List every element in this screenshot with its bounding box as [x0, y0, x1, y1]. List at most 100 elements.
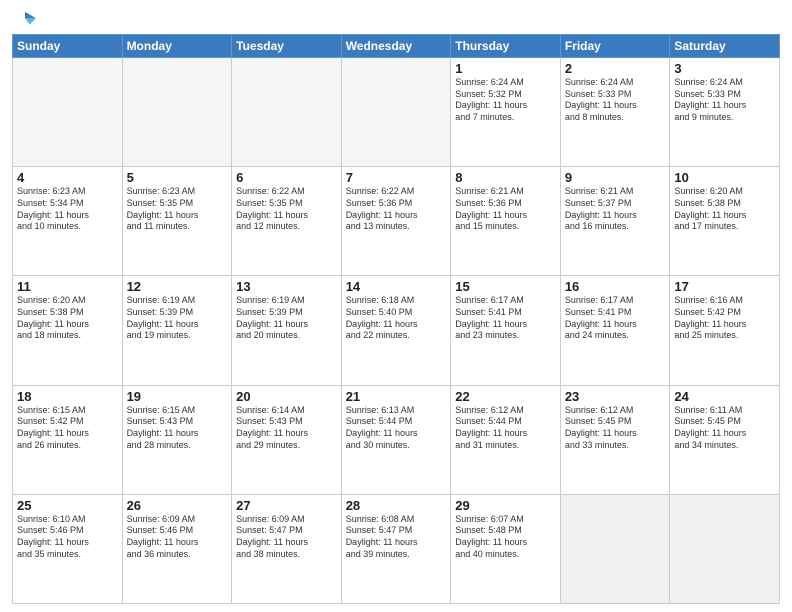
calendar-cell: 22Sunrise: 6:12 AM Sunset: 5:44 PM Dayli…: [451, 385, 561, 494]
calendar-cell: 11Sunrise: 6:20 AM Sunset: 5:38 PM Dayli…: [13, 276, 123, 385]
day-info: Sunrise: 6:17 AM Sunset: 5:41 PM Dayligh…: [455, 295, 556, 342]
calendar-header-thursday: Thursday: [451, 35, 561, 58]
calendar-cell: 15Sunrise: 6:17 AM Sunset: 5:41 PM Dayli…: [451, 276, 561, 385]
day-number: 6: [236, 170, 337, 185]
day-number: 25: [17, 498, 118, 513]
day-info: Sunrise: 6:20 AM Sunset: 5:38 PM Dayligh…: [17, 295, 118, 342]
day-number: 16: [565, 279, 666, 294]
calendar-header-monday: Monday: [122, 35, 232, 58]
day-number: 9: [565, 170, 666, 185]
day-number: 24: [674, 389, 775, 404]
calendar-week-1: 4Sunrise: 6:23 AM Sunset: 5:34 PM Daylig…: [13, 167, 780, 276]
calendar-cell: 13Sunrise: 6:19 AM Sunset: 5:39 PM Dayli…: [232, 276, 342, 385]
calendar-cell: 24Sunrise: 6:11 AM Sunset: 5:45 PM Dayli…: [670, 385, 780, 494]
day-info: Sunrise: 6:23 AM Sunset: 5:35 PM Dayligh…: [127, 186, 228, 233]
day-info: Sunrise: 6:24 AM Sunset: 5:33 PM Dayligh…: [674, 77, 775, 124]
calendar-header-saturday: Saturday: [670, 35, 780, 58]
day-info: Sunrise: 6:10 AM Sunset: 5:46 PM Dayligh…: [17, 514, 118, 561]
day-number: 3: [674, 61, 775, 76]
calendar-table: SundayMondayTuesdayWednesdayThursdayFrid…: [12, 34, 780, 604]
calendar-cell: [670, 494, 780, 603]
calendar-week-0: 1Sunrise: 6:24 AM Sunset: 5:32 PM Daylig…: [13, 58, 780, 167]
calendar-week-2: 11Sunrise: 6:20 AM Sunset: 5:38 PM Dayli…: [13, 276, 780, 385]
day-info: Sunrise: 6:08 AM Sunset: 5:47 PM Dayligh…: [346, 514, 447, 561]
day-number: 11: [17, 279, 118, 294]
logo: [12, 10, 36, 28]
calendar-cell: 17Sunrise: 6:16 AM Sunset: 5:42 PM Dayli…: [670, 276, 780, 385]
calendar-cell: 4Sunrise: 6:23 AM Sunset: 5:34 PM Daylig…: [13, 167, 123, 276]
day-info: Sunrise: 6:11 AM Sunset: 5:45 PM Dayligh…: [674, 405, 775, 452]
day-number: 7: [346, 170, 447, 185]
page: SundayMondayTuesdayWednesdayThursdayFrid…: [0, 0, 792, 612]
calendar-cell: [341, 58, 451, 167]
calendar-cell: 10Sunrise: 6:20 AM Sunset: 5:38 PM Dayli…: [670, 167, 780, 276]
day-info: Sunrise: 6:13 AM Sunset: 5:44 PM Dayligh…: [346, 405, 447, 452]
day-number: 28: [346, 498, 447, 513]
calendar-cell: 14Sunrise: 6:18 AM Sunset: 5:40 PM Dayli…: [341, 276, 451, 385]
calendar-cell: 12Sunrise: 6:19 AM Sunset: 5:39 PM Dayli…: [122, 276, 232, 385]
calendar-cell: 23Sunrise: 6:12 AM Sunset: 5:45 PM Dayli…: [560, 385, 670, 494]
day-number: 10: [674, 170, 775, 185]
day-info: Sunrise: 6:22 AM Sunset: 5:35 PM Dayligh…: [236, 186, 337, 233]
day-info: Sunrise: 6:12 AM Sunset: 5:44 PM Dayligh…: [455, 405, 556, 452]
calendar-week-4: 25Sunrise: 6:10 AM Sunset: 5:46 PM Dayli…: [13, 494, 780, 603]
calendar-cell: 7Sunrise: 6:22 AM Sunset: 5:36 PM Daylig…: [341, 167, 451, 276]
day-number: 15: [455, 279, 556, 294]
day-number: 21: [346, 389, 447, 404]
calendar-cell: 2Sunrise: 6:24 AM Sunset: 5:33 PM Daylig…: [560, 58, 670, 167]
day-number: 27: [236, 498, 337, 513]
day-info: Sunrise: 6:20 AM Sunset: 5:38 PM Dayligh…: [674, 186, 775, 233]
calendar-cell: 9Sunrise: 6:21 AM Sunset: 5:37 PM Daylig…: [560, 167, 670, 276]
calendar-cell: [560, 494, 670, 603]
day-info: Sunrise: 6:19 AM Sunset: 5:39 PM Dayligh…: [236, 295, 337, 342]
calendar-cell: 20Sunrise: 6:14 AM Sunset: 5:43 PM Dayli…: [232, 385, 342, 494]
day-number: 20: [236, 389, 337, 404]
day-number: 4: [17, 170, 118, 185]
day-number: 12: [127, 279, 228, 294]
day-info: Sunrise: 6:15 AM Sunset: 5:43 PM Dayligh…: [127, 405, 228, 452]
calendar-cell: 26Sunrise: 6:09 AM Sunset: 5:46 PM Dayli…: [122, 494, 232, 603]
day-number: 5: [127, 170, 228, 185]
day-info: Sunrise: 6:09 AM Sunset: 5:47 PM Dayligh…: [236, 514, 337, 561]
calendar-cell: 6Sunrise: 6:22 AM Sunset: 5:35 PM Daylig…: [232, 167, 342, 276]
day-number: 18: [17, 389, 118, 404]
calendar-header-sunday: Sunday: [13, 35, 123, 58]
day-info: Sunrise: 6:24 AM Sunset: 5:33 PM Dayligh…: [565, 77, 666, 124]
calendar-cell: [122, 58, 232, 167]
day-number: 17: [674, 279, 775, 294]
day-number: 1: [455, 61, 556, 76]
day-number: 26: [127, 498, 228, 513]
day-number: 29: [455, 498, 556, 513]
day-number: 23: [565, 389, 666, 404]
day-number: 13: [236, 279, 337, 294]
day-info: Sunrise: 6:14 AM Sunset: 5:43 PM Dayligh…: [236, 405, 337, 452]
calendar-cell: 21Sunrise: 6:13 AM Sunset: 5:44 PM Dayli…: [341, 385, 451, 494]
calendar-cell: 16Sunrise: 6:17 AM Sunset: 5:41 PM Dayli…: [560, 276, 670, 385]
day-number: 2: [565, 61, 666, 76]
day-info: Sunrise: 6:21 AM Sunset: 5:37 PM Dayligh…: [565, 186, 666, 233]
day-info: Sunrise: 6:17 AM Sunset: 5:41 PM Dayligh…: [565, 295, 666, 342]
calendar-cell: 28Sunrise: 6:08 AM Sunset: 5:47 PM Dayli…: [341, 494, 451, 603]
calendar-cell: 18Sunrise: 6:15 AM Sunset: 5:42 PM Dayli…: [13, 385, 123, 494]
calendar-cell: 8Sunrise: 6:21 AM Sunset: 5:36 PM Daylig…: [451, 167, 561, 276]
logo-bird-icon: [14, 10, 36, 28]
day-number: 14: [346, 279, 447, 294]
calendar-cell: 19Sunrise: 6:15 AM Sunset: 5:43 PM Dayli…: [122, 385, 232, 494]
day-info: Sunrise: 6:15 AM Sunset: 5:42 PM Dayligh…: [17, 405, 118, 452]
calendar-cell: 5Sunrise: 6:23 AM Sunset: 5:35 PM Daylig…: [122, 167, 232, 276]
day-info: Sunrise: 6:16 AM Sunset: 5:42 PM Dayligh…: [674, 295, 775, 342]
day-info: Sunrise: 6:07 AM Sunset: 5:48 PM Dayligh…: [455, 514, 556, 561]
calendar-header-tuesday: Tuesday: [232, 35, 342, 58]
day-info: Sunrise: 6:24 AM Sunset: 5:32 PM Dayligh…: [455, 77, 556, 124]
calendar-cell: 1Sunrise: 6:24 AM Sunset: 5:32 PM Daylig…: [451, 58, 561, 167]
calendar-cell: 29Sunrise: 6:07 AM Sunset: 5:48 PM Dayli…: [451, 494, 561, 603]
day-number: 19: [127, 389, 228, 404]
calendar-cell: 25Sunrise: 6:10 AM Sunset: 5:46 PM Dayli…: [13, 494, 123, 603]
day-info: Sunrise: 6:09 AM Sunset: 5:46 PM Dayligh…: [127, 514, 228, 561]
day-number: 8: [455, 170, 556, 185]
header: [12, 10, 780, 28]
calendar-week-3: 18Sunrise: 6:15 AM Sunset: 5:42 PM Dayli…: [13, 385, 780, 494]
calendar-header-friday: Friday: [560, 35, 670, 58]
day-info: Sunrise: 6:12 AM Sunset: 5:45 PM Dayligh…: [565, 405, 666, 452]
day-info: Sunrise: 6:22 AM Sunset: 5:36 PM Dayligh…: [346, 186, 447, 233]
